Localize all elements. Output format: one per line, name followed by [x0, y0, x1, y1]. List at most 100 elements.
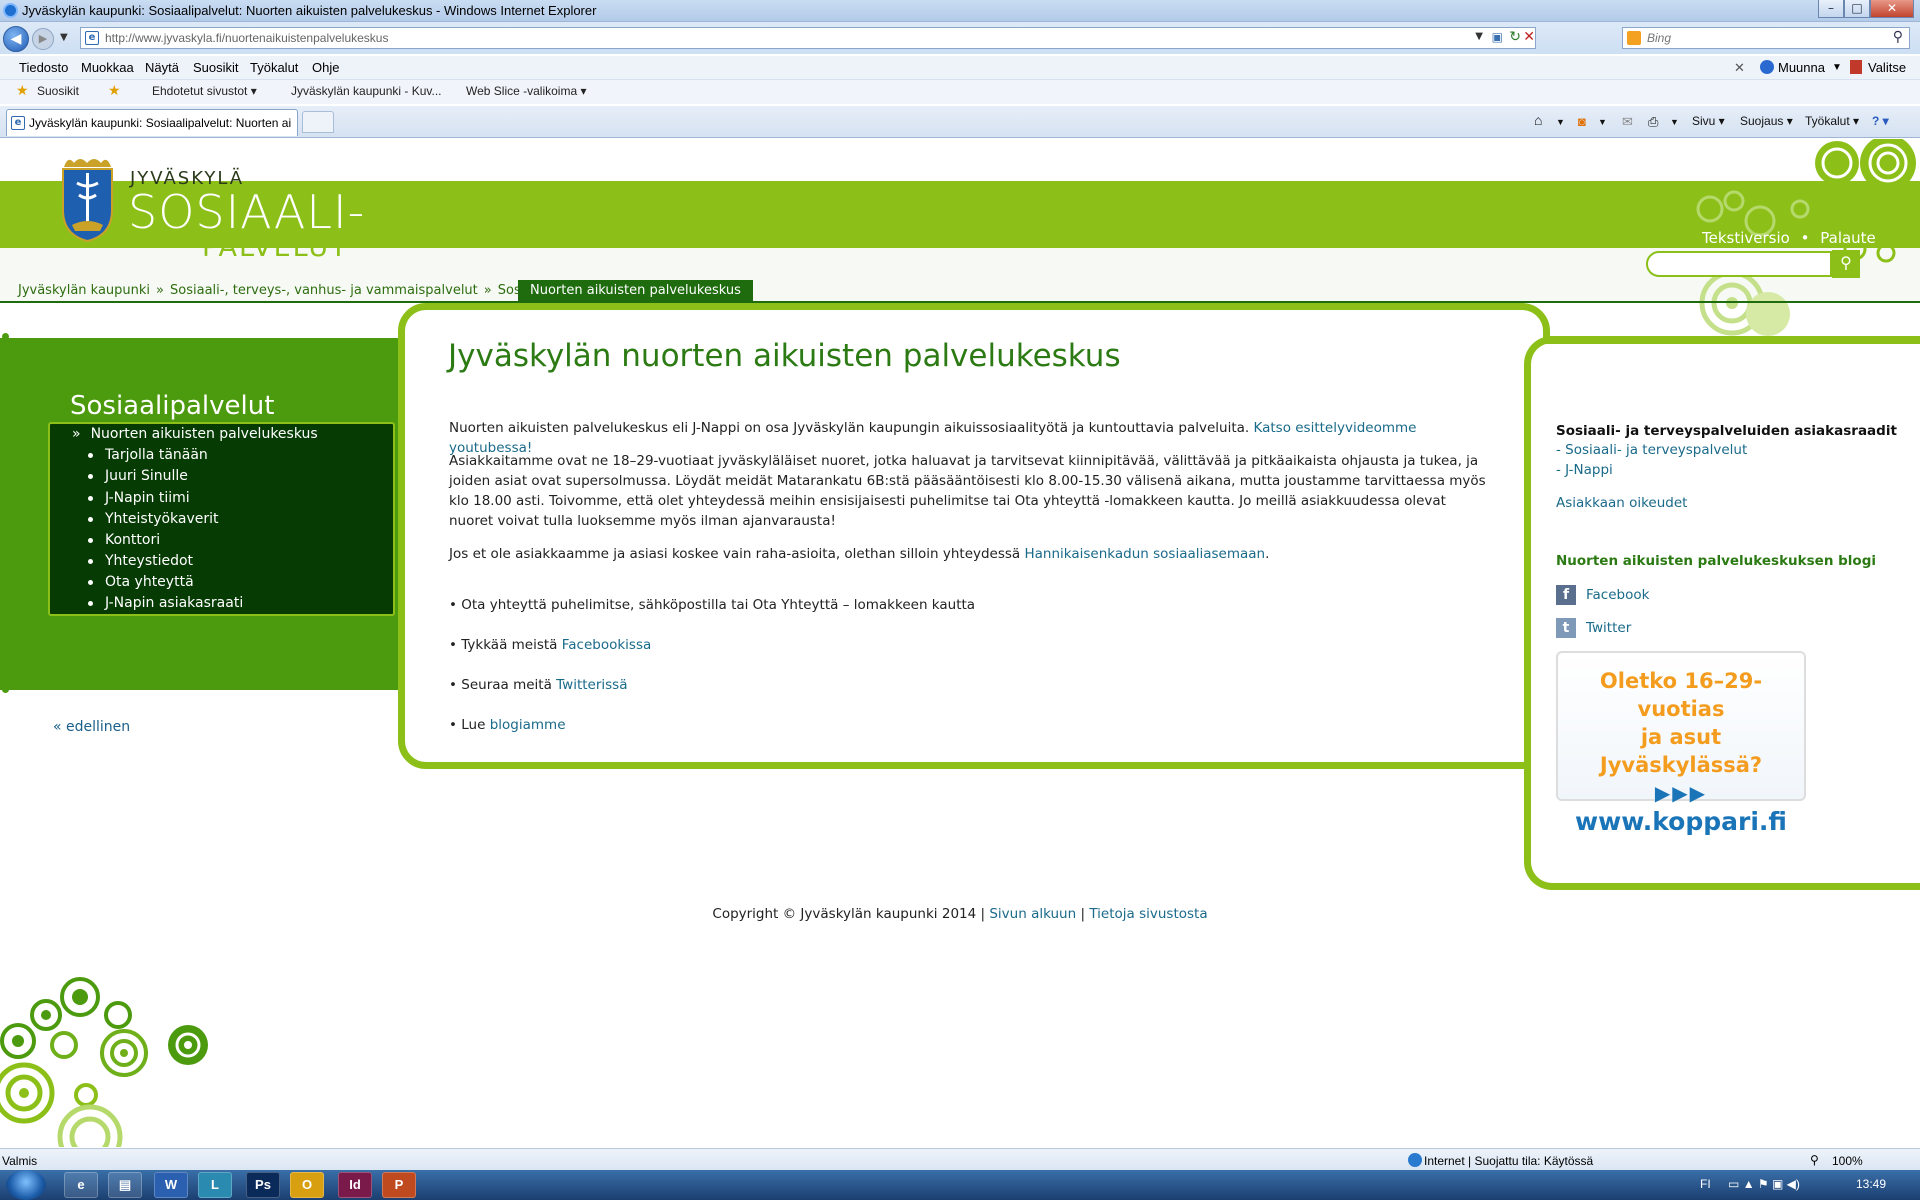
left-nav-item-label: Yhteistyökaverit [105, 511, 219, 527]
tab-page-icon: e [11, 116, 25, 130]
j-nappi-link[interactable]: - J-Nappi [1556, 462, 1613, 478]
fav-web-slice[interactable]: Web Slice -valikoima ▾ [466, 84, 587, 98]
left-nav-item[interactable]: Juuri Sinulle [88, 468, 188, 484]
address-url: http://www.jyvaskyla.fi/nuortenaikuisten… [105, 31, 389, 45]
twitter-link[interactable]: Twitterissä [556, 677, 627, 693]
sidebar-twitter-link[interactable]: t Twitter [1556, 618, 1631, 638]
mail-icon[interactable]: ✉ [1622, 114, 1633, 130]
previous-link[interactable]: « edellinen [53, 719, 130, 735]
start-button[interactable] [6, 1170, 46, 1200]
social-health-link[interactable]: - Sosiaali- ja terveyspalvelut [1556, 442, 1747, 458]
left-nav-item[interactable]: Konttori [88, 532, 160, 548]
about-site-link[interactable]: Tietoja sivustosta [1089, 906, 1207, 922]
address-bar[interactable]: e http://www.jyvaskyla.fi/nuortenaikuist… [80, 27, 1536, 49]
left-nav-item[interactable]: Yhteistyökaverit [88, 511, 219, 527]
print-dropdown-icon[interactable]: ▼ [1670, 117, 1679, 127]
feeds-icon[interactable]: ◙ [1578, 114, 1586, 129]
menu-view[interactable]: Näytä [145, 60, 179, 75]
blog-heading[interactable]: Nuorten aikuisten palvelukeskuksen blogi [1556, 553, 1876, 569]
left-nav-item[interactable]: J-Napin tiimi [88, 490, 190, 506]
search-icon[interactable]: ⚲ [1893, 29, 1903, 45]
home-dropdown-icon[interactable]: ▼ [1556, 117, 1565, 127]
blog-link[interactable]: blogiamme [490, 717, 566, 733]
taskbar-outlook-app[interactable]: O [290, 1172, 324, 1198]
taskbar-lync-app[interactable]: L [198, 1172, 232, 1198]
safety-menu[interactable]: Suojaus ▾ [1740, 114, 1793, 128]
new-tab-button[interactable] [302, 111, 334, 133]
back-button[interactable]: ◀ [3, 26, 29, 52]
tools-menu[interactable]: Työkalut ▾ [1805, 114, 1859, 128]
search-placeholder: Bing [1647, 31, 1672, 45]
taskbar-photoshop-app[interactable]: Ps [246, 1172, 280, 1198]
zoom-level[interactable]: 100% [1832, 1154, 1863, 1168]
feeds-dropdown-icon[interactable]: ▼ [1598, 117, 1607, 127]
menu-file[interactable]: Tiedosto [19, 60, 68, 75]
add-favorite-icon[interactable]: ★ [108, 82, 121, 99]
security-zone[interactable]: Internet | Suojattu tila: Käytössä [1424, 1154, 1593, 1168]
taskbar-word-app[interactable]: W [154, 1172, 188, 1198]
maximize-button[interactable]: □ [1844, 0, 1870, 18]
address-dropdown-icon[interactable]: ▼ [1475, 31, 1483, 42]
left-nav-item[interactable]: J-Napin asiakasraati [88, 595, 243, 611]
bullet-twitter-text: Seuraa meitä [461, 677, 552, 693]
window-title: Jyväskylän kaupunki: Sosiaalipalvelut: N… [22, 3, 597, 18]
history-dropdown-icon[interactable]: ▼ [60, 32, 68, 43]
left-nav-selected[interactable]: » Nuorten aikuisten palvelukeskus [72, 426, 318, 442]
bullet-icon [88, 452, 93, 458]
menu-tools[interactable]: Työkalut [250, 60, 298, 75]
site-search-button[interactable]: ⚲ [1832, 250, 1860, 278]
koppari-ad-banner[interactable]: Oletko 16–29-vuotias ja asut Jyväskyläss… [1556, 651, 1806, 836]
back-to-top-link[interactable]: Sivun alkuun [989, 906, 1076, 922]
minimize-button[interactable]: – [1818, 0, 1844, 18]
bullet-icon [88, 579, 93, 585]
left-nav-title[interactable]: Sosiaalipalvelut [70, 391, 274, 421]
customer-rights-link[interactable]: Asiakkaan oikeudet [1556, 495, 1687, 511]
text-version-link[interactable]: Tekstiversio [1702, 229, 1790, 247]
feedback-link[interactable]: Palaute [1820, 229, 1876, 247]
tray-icons[interactable]: ▭ ▲ ⚑ ▣ ◀) [1728, 1177, 1800, 1191]
refresh-icon[interactable]: ↻ [1509, 29, 1521, 45]
search-bar[interactable]: Bing ⚲ [1622, 27, 1910, 49]
taskbar-powerpoint-app[interactable]: P [382, 1172, 416, 1198]
breadcrumb-current: Nuorten aikuisten palvelukeskus [518, 280, 753, 301]
tab-active[interactable]: e Jyväskylän kaupunki: Sosiaalipalvelut:… [6, 109, 298, 136]
menu-help[interactable]: Ohje [312, 60, 339, 75]
ad-url: www.koppari.fi [1575, 807, 1787, 836]
close-button[interactable]: ✕ [1870, 0, 1914, 18]
stop-icon[interactable]: ✕ [1523, 29, 1535, 45]
menu-favorites[interactable]: Suosikit [193, 60, 239, 75]
compatibility-icon[interactable]: ▣ [1492, 30, 1503, 44]
home-icon[interactable]: ⌂ [1534, 112, 1542, 128]
language-indicator[interactable]: FI [1700, 1177, 1711, 1191]
social-office-link[interactable]: Hannikaisenkadun sosiaaliasemaan [1025, 546, 1266, 562]
twitter-icon: t [1556, 618, 1576, 638]
print-icon[interactable]: ⎙ [1648, 114, 1658, 130]
convert-dropdown-icon[interactable]: ▼ [1832, 62, 1842, 73]
left-nav-item[interactable]: Ota yhteyttä [88, 574, 194, 590]
breadcrumb-item[interactable]: Jyväskylän kaupunki [18, 283, 150, 298]
left-nav-item[interactable]: Yhteystiedot [88, 553, 193, 569]
help-menu[interactable]: ? ▾ [1872, 114, 1889, 128]
taskbar-indesign-app[interactable]: Id [338, 1172, 372, 1198]
convert-button[interactable]: Muunna [1778, 60, 1825, 75]
site-search-input[interactable] [1646, 251, 1832, 277]
select-button[interactable]: Valitse [1868, 60, 1906, 75]
page-menu[interactable]: Sivu ▾ [1692, 114, 1725, 128]
facebook-link[interactable]: Facebookissa [562, 637, 652, 653]
sidebar-facebook-link[interactable]: f Facebook [1556, 585, 1649, 605]
close-toolbar-icon[interactable]: ✕ [1734, 60, 1745, 76]
left-nav-item[interactable]: Tarjolla tänään [88, 447, 208, 463]
fav-jyvaskyla[interactable]: Jyväskylän kaupunki - Kuv... [291, 84, 442, 98]
clock[interactable]: 13:49 [1856, 1177, 1886, 1191]
taskbar-explorer-app[interactable]: ▤ [108, 1172, 142, 1198]
favorites-button[interactable]: Suosikit [37, 84, 79, 98]
favorites-bar [0, 80, 1920, 104]
taskbar-ie-app[interactable]: e [64, 1172, 98, 1198]
menu-edit[interactable]: Muokkaa [81, 60, 134, 75]
fav-suggested-sites[interactable]: Ehdotetut sivustot ▾ [152, 84, 257, 98]
forward-button[interactable]: ▶ [32, 28, 54, 50]
right-sidebar-topbar [1543, 336, 1920, 344]
nav-marker-icon: » [72, 426, 81, 442]
bullet-icon [88, 600, 93, 606]
breadcrumb-item[interactable]: Sosiaali-, terveys-, vanhus- ja vammaisp… [170, 283, 478, 298]
